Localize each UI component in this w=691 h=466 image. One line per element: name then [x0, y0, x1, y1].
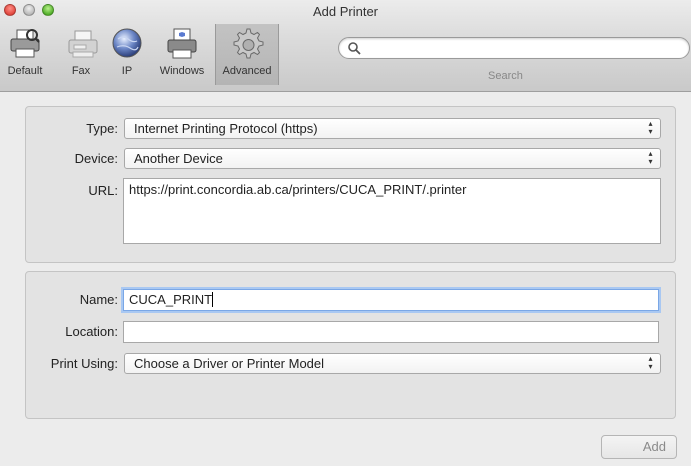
- search-label: Search: [488, 70, 523, 82]
- toolbar-default-label: Default: [7, 65, 43, 77]
- url-field[interactable]: https://print.concordia.ab.ca/printers/C…: [123, 178, 661, 244]
- print-using-label: Print Using:: [50, 356, 118, 371]
- toolbar-windows-button[interactable]: Windows: [154, 27, 210, 85]
- search-field[interactable]: [338, 37, 690, 59]
- location-label: Location:: [65, 324, 118, 339]
- windows-printer-icon: [167, 28, 197, 59]
- device-value: Another Device: [134, 151, 223, 166]
- text-caret: [212, 292, 214, 307]
- toolbar-fax-button[interactable]: Fax: [66, 27, 98, 85]
- device-label: Device:: [74, 151, 118, 166]
- type-popup[interactable]: Internet Printing Protocol (https) ▴ ▾: [124, 118, 661, 139]
- name-value: CUCA_PRINT: [129, 292, 213, 307]
- toolbar-fax-label: Fax: [71, 65, 91, 77]
- name-label: Name:: [79, 292, 118, 307]
- type-value: Internet Printing Protocol (https): [134, 121, 318, 136]
- print-using-value: Choose a Driver or Printer Model: [134, 356, 325, 371]
- window-title: Add Printer: [312, 4, 379, 19]
- fax-icon: [68, 30, 98, 58]
- toolbar-ip-label: IP: [121, 65, 133, 77]
- add-button[interactable]: Add: [601, 435, 677, 459]
- toolbar-advanced-label: Advanced: [222, 65, 272, 77]
- default-printer-icon: [10, 29, 40, 58]
- location-field[interactable]: [123, 321, 659, 343]
- advanced-gear-icon: [233, 28, 264, 59]
- toolbar-windows-label: Windows: [159, 65, 205, 77]
- add-printer-window: Add Printer Default Fax IP Windows Advan…: [0, 0, 691, 466]
- device-popup[interactable]: Another Device ▴ ▾: [124, 148, 661, 169]
- url-label: URL:: [88, 183, 118, 198]
- toolbar-default-button[interactable]: Default: [3, 27, 47, 85]
- toolbar-advanced-button[interactable]: Advanced: [215, 24, 279, 85]
- search-icon: [348, 42, 361, 55]
- type-label: Type:: [86, 121, 118, 136]
- popup-arrows-icon: ▴ ▾: [648, 119, 653, 136]
- name-field[interactable]: CUCA_PRINT: [123, 289, 659, 311]
- toolbar-ip-button[interactable]: IP: [108, 27, 146, 85]
- ip-globe-icon: [112, 28, 142, 58]
- popup-arrows-icon: ▴ ▾: [648, 149, 653, 166]
- popup-arrows-icon: ▴ ▾: [648, 354, 653, 371]
- print-using-popup[interactable]: Choose a Driver or Printer Model ▴ ▾: [124, 353, 661, 374]
- title-toolbar: Add Printer Default Fax IP Windows Advan…: [0, 0, 691, 92]
